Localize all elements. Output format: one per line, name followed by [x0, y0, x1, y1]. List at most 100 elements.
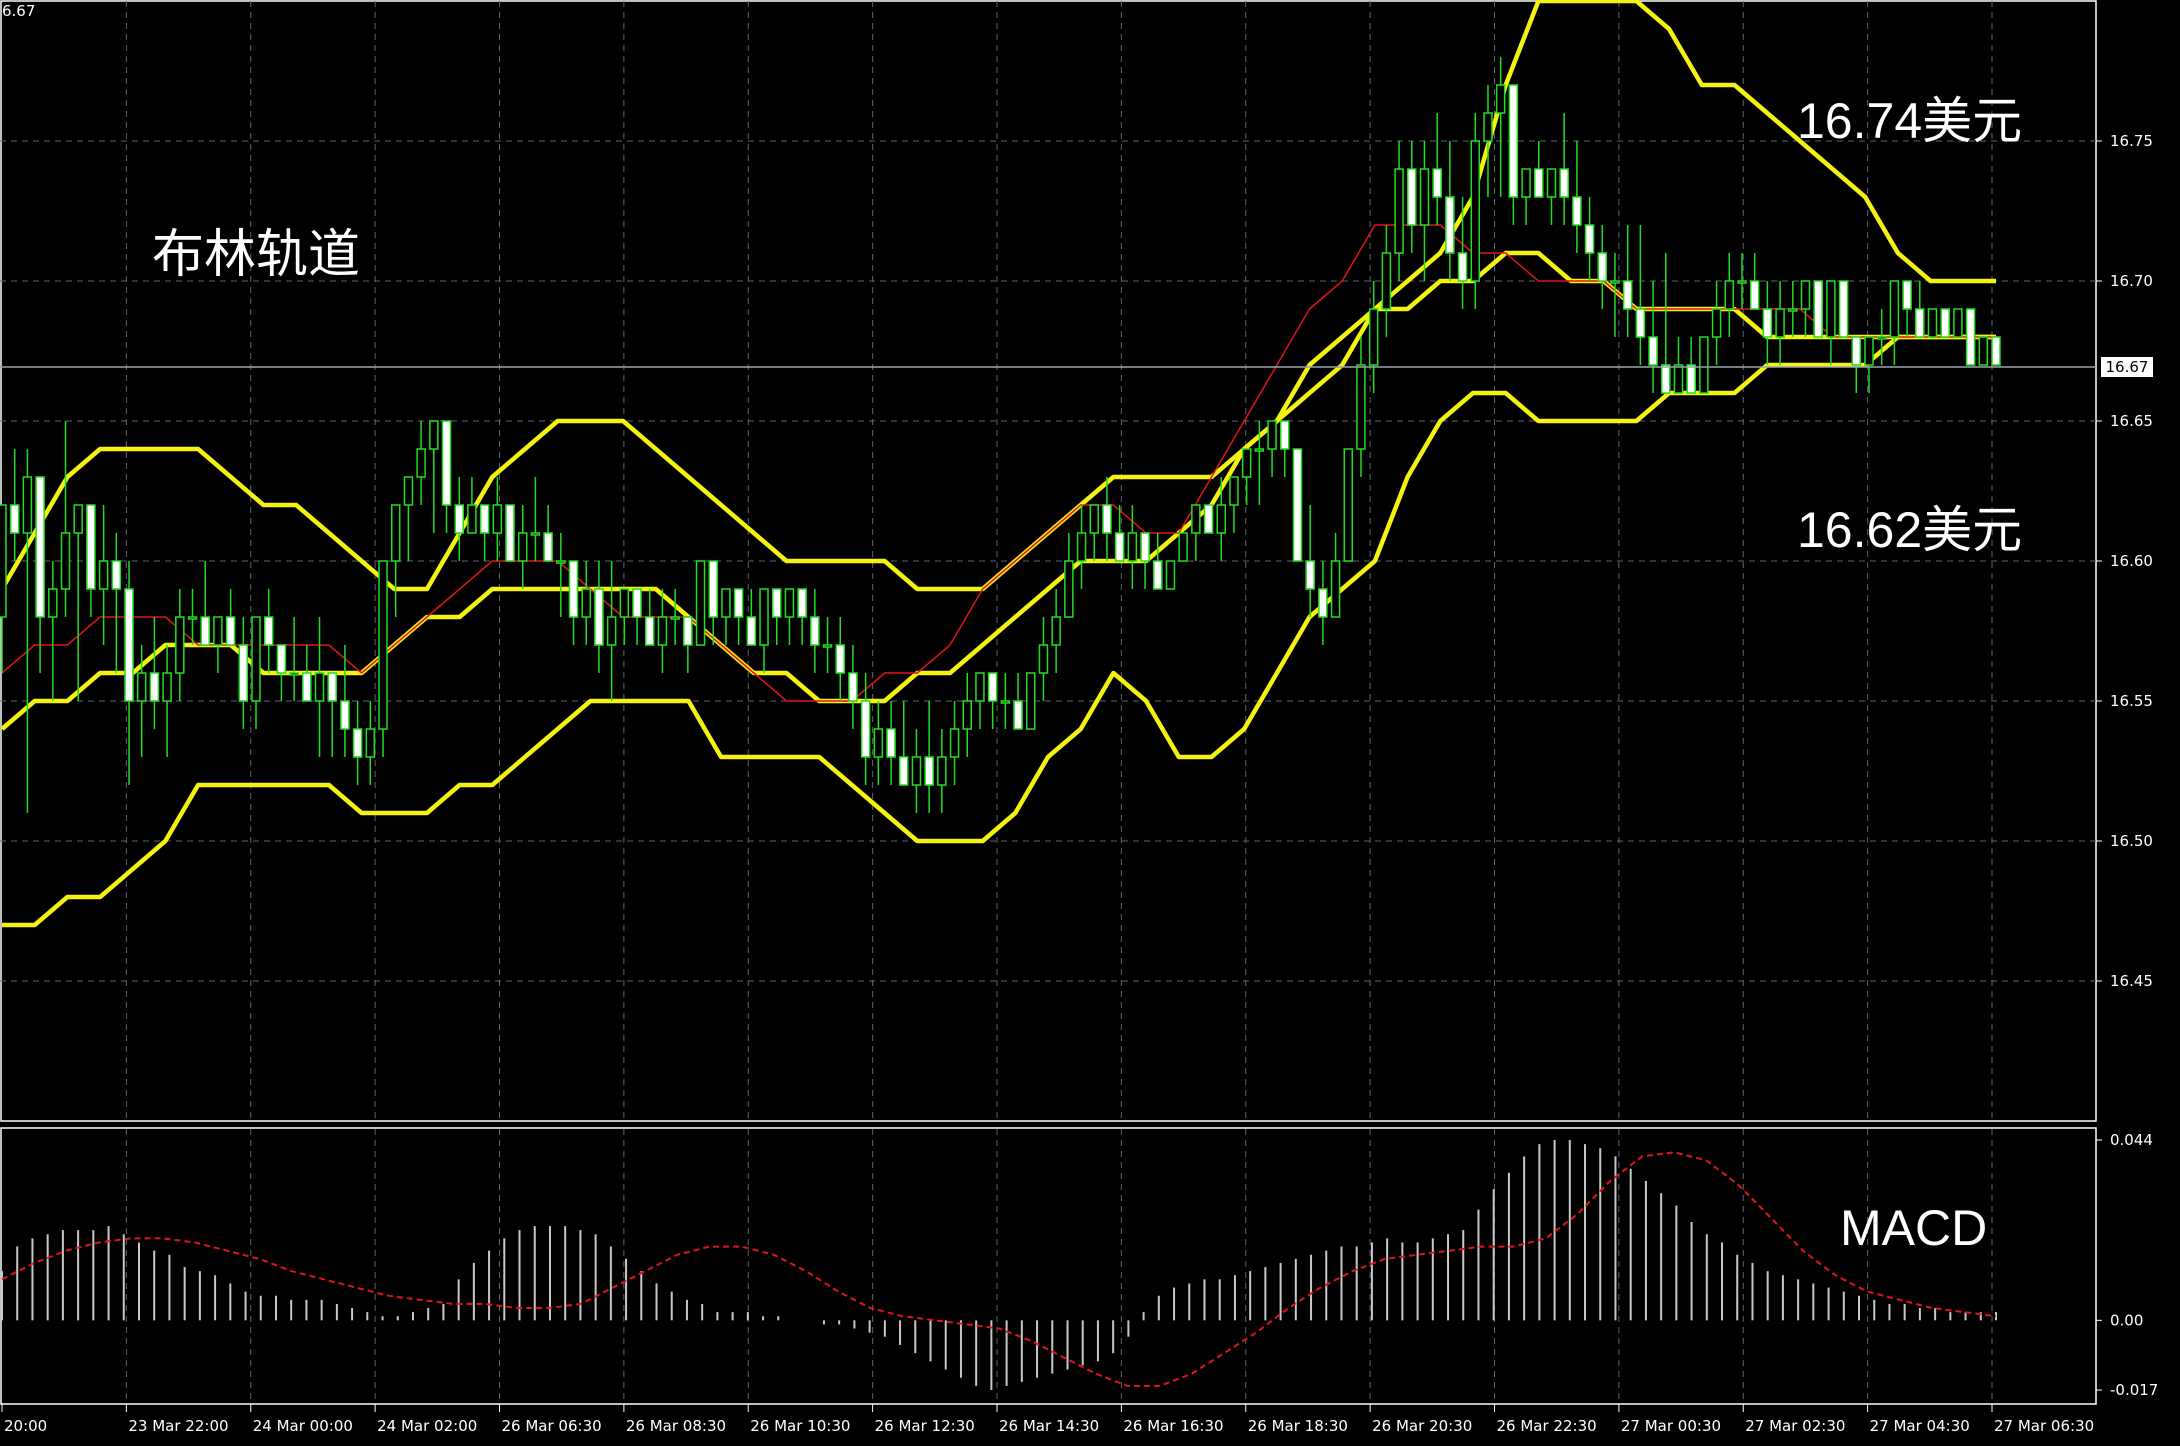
lower-band-label: 16.62美元	[1797, 502, 2022, 558]
macd-axis-label: 0.00	[2110, 1311, 2143, 1329]
candle-bullish	[1610, 280, 1620, 284]
price-chart-canvas: 6.67 16.75 16.70 16.65 16.60 16.55 16.50 16.45…	[0, 0, 2180, 1446]
candle-bearish	[1838, 280, 1849, 338]
candle-bearish	[1445, 196, 1455, 254]
price-axis-label: 16.65	[2110, 412, 2153, 430]
candle-bearish	[771, 588, 782, 618]
candle-bearish	[1572, 196, 1582, 226]
candle-bullish	[1495, 84, 1506, 114]
candle-bullish	[949, 728, 960, 758]
candle-bearish	[302, 672, 312, 702]
candle-bullish	[492, 504, 503, 534]
candle-bearish	[86, 504, 96, 590]
candle-bearish	[886, 728, 896, 758]
candle-bullish	[1026, 672, 1036, 730]
candle-bearish	[1762, 308, 1773, 338]
candle-bullish	[784, 588, 795, 618]
candle-bullish	[1470, 140, 1481, 282]
candle-bearish	[1965, 308, 1976, 366]
candle-bullish	[416, 448, 426, 478]
candle-bearish	[1153, 560, 1163, 590]
candle-bearish	[200, 616, 210, 646]
candle-bearish	[733, 588, 744, 618]
candle-bullish	[1051, 616, 1061, 646]
candle-bearish	[505, 504, 515, 562]
candle-bullish	[1229, 476, 1239, 506]
candle-bullish	[1419, 168, 1430, 226]
candle-bullish	[213, 616, 223, 646]
candle-bullish	[1864, 336, 1874, 366]
candle-bearish	[1508, 84, 1519, 198]
candle-bullish	[390, 504, 401, 562]
candle-bullish	[1546, 168, 1557, 198]
candle-bullish	[1521, 168, 1531, 198]
time-axis-label: 26 Mar 08:30	[626, 1417, 726, 1435]
candle-bearish	[1749, 280, 1760, 310]
candle-bearish	[1432, 168, 1442, 198]
candle-bullish	[251, 616, 261, 702]
candle-bearish	[924, 756, 934, 786]
candle-bearish	[1940, 308, 1950, 338]
time-axis-label: 24 Mar 02:00	[377, 1417, 477, 1435]
price-axis-label: 16.50	[2110, 832, 2153, 850]
time-axis-label: 27 Mar 02:30	[1745, 1417, 1845, 1435]
candle-bullish	[1394, 168, 1404, 254]
candle-bearish	[835, 644, 845, 674]
candle-bullish	[175, 616, 185, 674]
candle-bearish	[1622, 280, 1633, 310]
candle-bullish	[73, 504, 83, 534]
candle-bearish	[683, 616, 693, 646]
time-axis-label: 27 Mar 00:30	[1621, 1417, 1721, 1435]
candle-bullish	[314, 672, 325, 702]
candle-bullish	[1368, 308, 1379, 366]
current-price-tag: 16.67	[2101, 357, 2153, 377]
candle-bearish	[1559, 168, 1569, 198]
candle-bullish	[1927, 308, 1938, 338]
candle-bearish	[1114, 532, 1125, 562]
candle-bullish	[136, 672, 147, 702]
time-axis-label: 27 Mar 04:30	[1870, 1417, 1970, 1435]
candle-bullish	[162, 672, 172, 702]
candle-bullish	[721, 588, 731, 618]
price-axis-label: 16.70	[2110, 272, 2153, 290]
current-price-value: 16.67	[2106, 358, 2149, 376]
candle-bearish	[454, 504, 464, 534]
candle-bullish	[530, 532, 541, 536]
candle-bullish	[22, 476, 33, 534]
candle-bearish	[1661, 364, 1671, 394]
price-axis-label: 16.55	[2110, 692, 2153, 710]
candle-bearish	[594, 588, 604, 646]
candle-bullish	[1241, 448, 1252, 478]
candle-bearish	[263, 616, 274, 646]
candle-bearish	[1851, 336, 1862, 366]
candle-bearish	[1013, 700, 1023, 730]
candle-bullish	[1737, 280, 1747, 284]
candle-bullish	[1267, 420, 1277, 450]
time-axis-label: 26 Mar 10:30	[750, 1417, 850, 1435]
candle-bullish	[517, 532, 528, 562]
candle-bullish	[1038, 644, 1049, 674]
time-axis-label: 26 Mar 14:30	[999, 1417, 1099, 1435]
candle-bullish	[1699, 336, 1709, 394]
candle-bullish	[759, 588, 769, 646]
macd-axis-label: 0.044	[2110, 1131, 2153, 1149]
candle-bearish	[1407, 168, 1417, 226]
candle-bullish	[1673, 364, 1684, 394]
candle-bearish	[898, 756, 909, 786]
candle-bullish	[1953, 308, 1963, 338]
candle-bullish	[1191, 504, 1201, 534]
time-axis-label: 26 Mar 20:30	[1372, 1417, 1472, 1435]
candle-bullish	[1127, 532, 1138, 562]
time-axis-label: 26 Mar 16:30	[1123, 1417, 1223, 1435]
candle-bullish	[1165, 560, 1176, 590]
candle-bearish	[1203, 504, 1214, 534]
candle-bearish	[441, 420, 452, 506]
candle-bullish	[1876, 336, 1887, 340]
candle-bullish	[1064, 560, 1074, 618]
candle-bullish	[1254, 448, 1265, 452]
candle-bearish	[1635, 308, 1646, 338]
candle-bullish	[695, 560, 706, 646]
candle-bullish	[467, 504, 477, 534]
candle-bullish	[975, 672, 985, 702]
candle-bullish	[378, 560, 388, 730]
